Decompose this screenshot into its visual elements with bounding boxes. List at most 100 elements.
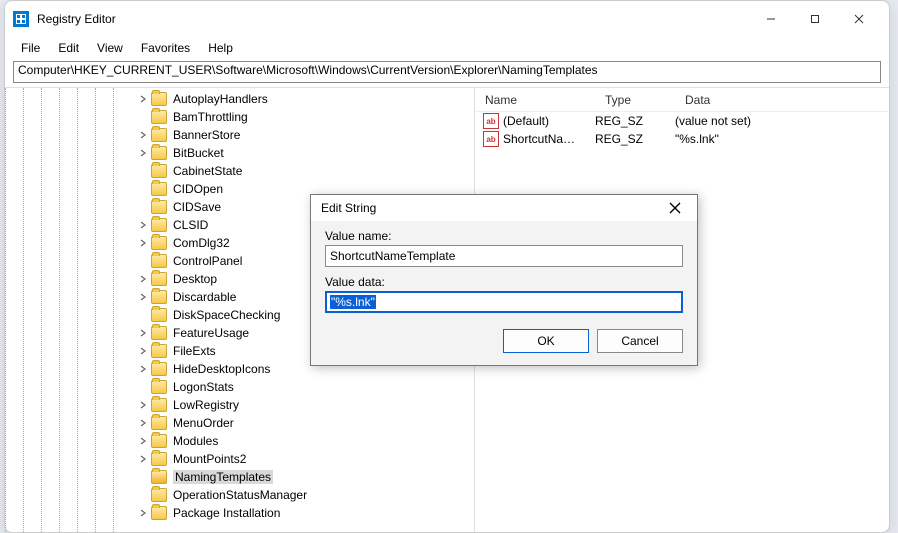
ok-button[interactable]: OK <box>503 329 589 353</box>
folder-icon <box>151 434 167 448</box>
value-name-input[interactable] <box>325 245 683 267</box>
chevron-right-icon[interactable] <box>137 417 149 429</box>
string-value-icon: ab <box>483 113 499 129</box>
folder-icon <box>151 326 167 340</box>
tree-item-label: CIDSave <box>173 200 221 214</box>
maximize-button[interactable] <box>793 4 837 34</box>
menu-favorites[interactable]: Favorites <box>133 39 198 57</box>
chevron-right-icon[interactable] <box>137 129 149 141</box>
tree-item-label: Package Installation <box>173 506 280 520</box>
menu-help[interactable]: Help <box>200 39 241 57</box>
col-type[interactable]: Type <box>595 93 675 107</box>
regedit-icon <box>13 11 29 27</box>
folder-icon <box>151 110 167 124</box>
folder-icon <box>151 362 167 376</box>
chevron-right-icon[interactable] <box>137 345 149 357</box>
tree-item[interactable]: MenuOrder <box>133 414 474 432</box>
folder-icon <box>151 290 167 304</box>
tree-item[interactable]: LogonStats <box>133 378 474 396</box>
dialog-close-button[interactable] <box>663 196 687 220</box>
close-button[interactable] <box>837 4 881 34</box>
titlebar: Registry Editor <box>5 1 889 37</box>
menu-edit[interactable]: Edit <box>50 39 87 57</box>
tree-item-label: DiskSpaceChecking <box>173 308 280 322</box>
menu-view[interactable]: View <box>89 39 131 57</box>
chevron-right-icon[interactable] <box>137 93 149 105</box>
menubar: File Edit View Favorites Help <box>5 37 889 59</box>
value-row[interactable]: ab(Default)REG_SZ(value not set) <box>475 112 889 130</box>
tree-item[interactable]: LowRegistry <box>133 396 474 414</box>
folder-icon <box>151 92 167 106</box>
tree-item-label: ComDlg32 <box>173 236 230 250</box>
chevron-right-icon[interactable] <box>137 507 149 519</box>
folder-icon <box>151 218 167 232</box>
menu-file[interactable]: File <box>13 39 48 57</box>
value-type: REG_SZ <box>595 132 675 146</box>
folder-icon <box>151 488 167 502</box>
tree-item-label: CIDOpen <box>173 182 223 196</box>
folder-icon <box>151 128 167 142</box>
tree-item[interactable]: MountPoints2 <box>133 450 474 468</box>
tree-item[interactable]: AutoplayHandlers <box>133 90 474 108</box>
chevron-right-icon[interactable] <box>137 219 149 231</box>
tree-item-label: BitBucket <box>173 146 224 160</box>
cancel-button[interactable]: Cancel <box>597 329 683 353</box>
folder-icon <box>151 344 167 358</box>
tree-item-label: HideDesktopIcons <box>173 362 270 376</box>
tree-item-label: LogonStats <box>173 380 234 394</box>
chevron-right-icon[interactable] <box>137 291 149 303</box>
tree-item-label: MenuOrder <box>173 416 234 430</box>
folder-icon <box>151 272 167 286</box>
tree-item[interactable]: BannerStore <box>133 126 474 144</box>
tree-item[interactable]: CabinetState <box>133 162 474 180</box>
folder-icon <box>151 236 167 250</box>
value-type: REG_SZ <box>595 114 675 128</box>
tree-item-label: MountPoints2 <box>173 452 246 466</box>
window-title: Registry Editor <box>37 12 749 26</box>
list-header: Name Type Data <box>475 88 889 112</box>
value-data: "%s.lnk" <box>675 132 889 146</box>
chevron-right-icon[interactable] <box>137 363 149 375</box>
value-row[interactable]: abShortcutNa…REG_SZ"%s.lnk" <box>475 130 889 148</box>
chevron-right-icon[interactable] <box>137 327 149 339</box>
minimize-button[interactable] <box>749 4 793 34</box>
chevron-right-icon[interactable] <box>137 273 149 285</box>
value-name: (Default) <box>503 114 595 128</box>
folder-icon <box>151 380 167 394</box>
dialog-titlebar: Edit String <box>311 195 697 221</box>
edit-string-dialog: Edit String Value name: Value data: "%s.… <box>310 194 698 366</box>
tree-item-label: LowRegistry <box>173 398 239 412</box>
folder-icon <box>151 146 167 160</box>
tree-item-label: Desktop <box>173 272 217 286</box>
tree-item-label: CabinetState <box>173 164 242 178</box>
tree-item[interactable]: OperationStatusManager <box>133 486 474 504</box>
folder-icon <box>151 308 167 322</box>
tree-item[interactable]: BitBucket <box>133 144 474 162</box>
tree-item-label: FeatureUsage <box>173 326 249 340</box>
chevron-right-icon[interactable] <box>137 435 149 447</box>
value-name-label: Value name: <box>325 229 683 243</box>
chevron-right-icon[interactable] <box>137 399 149 411</box>
tree-item[interactable]: Package Installation <box>133 504 474 522</box>
string-value-icon: ab <box>483 131 499 147</box>
folder-icon <box>151 452 167 466</box>
chevron-right-icon[interactable] <box>137 237 149 249</box>
chevron-right-icon[interactable] <box>137 147 149 159</box>
tree-item-label: Modules <box>173 434 218 448</box>
value-data-input[interactable]: "%s.lnk" <box>325 291 683 313</box>
folder-icon <box>151 200 167 214</box>
tree-item-label: ControlPanel <box>173 254 242 268</box>
chevron-right-icon[interactable] <box>137 453 149 465</box>
tree-item-label: OperationStatusManager <box>173 488 307 502</box>
tree-item-label: BannerStore <box>173 128 240 142</box>
col-name[interactable]: Name <box>475 93 595 107</box>
folder-icon <box>151 164 167 178</box>
tree-item-label: Discardable <box>173 290 236 304</box>
folder-icon <box>151 182 167 196</box>
address-bar[interactable]: Computer\HKEY_CURRENT_USER\Software\Micr… <box>13 61 881 83</box>
tree-item[interactable]: Modules <box>133 432 474 450</box>
tree-item[interactable]: NamingTemplates <box>133 468 474 486</box>
folder-icon <box>151 254 167 268</box>
tree-item[interactable]: BamThrottling <box>133 108 474 126</box>
col-data[interactable]: Data <box>675 93 889 107</box>
